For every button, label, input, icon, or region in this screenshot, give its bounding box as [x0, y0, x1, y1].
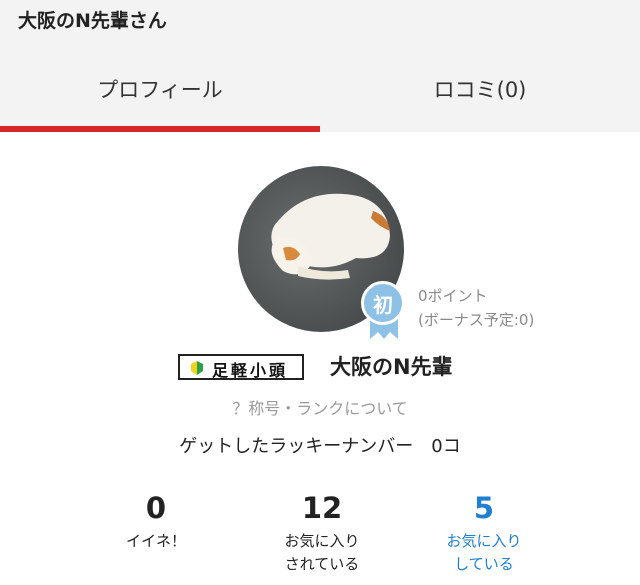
rank-label: 足軽小頭	[212, 361, 289, 380]
points-value: 0ポイント	[418, 287, 488, 305]
stat-favoriting[interactable]: 5 お気に入り している	[404, 490, 564, 576]
favorited-by-count: 12	[301, 491, 343, 525]
favoriting-label: お気に入り している	[446, 532, 522, 573]
header: 大阪のN先輩さん プロフィール ロコミ(0)	[0, 0, 640, 132]
profile-page: 大阪のN先輩さん プロフィール ロコミ(0) 初 0ポイント (ボーナス予定:0…	[0, 0, 640, 585]
active-tab-indicator	[0, 126, 320, 132]
page-title: 大阪のN先輩さん	[18, 10, 167, 32]
favorited-by-label: お気に入り されている	[284, 532, 360, 573]
rank-badge: 足軽小頭	[178, 354, 304, 380]
tab-profile[interactable]: プロフィール	[0, 74, 320, 104]
tab-reviews[interactable]: ロコミ(0)	[320, 74, 640, 104]
title-rank-link[interactable]: ？称号・ランクについて	[0, 395, 640, 419]
beginner-leaf-icon	[191, 361, 203, 375]
likes-label: イイネ！	[125, 532, 186, 550]
points-info: 0ポイント (ボーナス予定:0)	[418, 284, 534, 332]
bonus-points: (ボーナス予定:0)	[418, 311, 535, 329]
user-name: 大阪のN先輩	[330, 355, 453, 379]
beginner-badge: 初	[359, 281, 409, 341]
beginner-badge-label: 初	[373, 293, 393, 317]
stat-favorited-by[interactable]: 12 お気に入り されている	[242, 490, 402, 576]
lucky-number: ゲットしたラッキーナンバー 0コ	[179, 436, 461, 457]
likes-count: 0	[145, 491, 167, 525]
favoriting-count: 5	[473, 491, 495, 525]
stat-likes[interactable]: 0 イイネ！	[76, 490, 236, 553]
